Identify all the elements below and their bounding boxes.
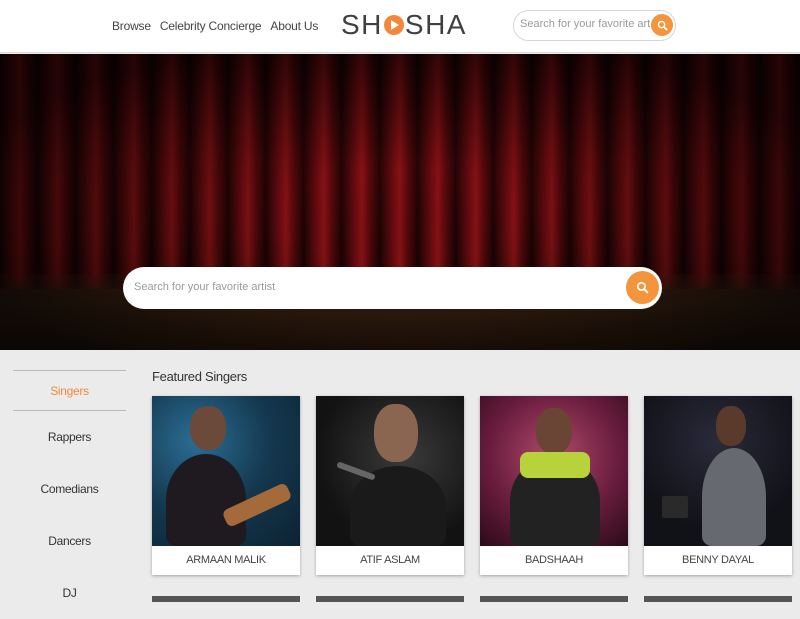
- artist-photo: [480, 396, 628, 546]
- artist-card[interactable]: ARMAAN MALIK: [152, 396, 300, 575]
- category-dancers[interactable]: Dancers: [13, 515, 126, 567]
- artist-card[interactable]: BENNY DAYAL: [644, 396, 792, 575]
- nav-celebrity-concierge[interactable]: Celebrity Concierge: [160, 19, 262, 33]
- hero-search-input[interactable]: [134, 281, 614, 293]
- artist-name: ARMAAN MALIK: [186, 554, 266, 566]
- artist-name: BADSHAAH: [524, 554, 584, 566]
- hero-search-button[interactable]: [626, 271, 659, 304]
- card-edge: [152, 596, 300, 602]
- top-header: Browse Celebrity Concierge About Us SH SH…: [0, 0, 800, 53]
- nav-browse[interactable]: Browse: [112, 19, 151, 33]
- artist-photo: [152, 396, 300, 546]
- main-nav: Browse Celebrity Concierge About Us: [112, 19, 318, 33]
- category-rappers[interactable]: Rappers: [13, 411, 126, 463]
- category-sidebar: Singers Rappers Comedians Dancers DJ: [13, 370, 126, 619]
- logo-text-left: SH: [341, 9, 383, 40]
- featured-cards: ARMAAN MALIK ATIF ASLAM BADSHAAH BENNY D…: [152, 396, 792, 575]
- featured-title: Featured Singers: [152, 369, 247, 384]
- next-row-cards: [152, 596, 792, 602]
- shosha-logo[interactable]: SH SHA: [341, 9, 467, 41]
- header-search-input[interactable]: [520, 18, 650, 30]
- artist-name: BENNY DAYAL: [682, 554, 754, 566]
- artist-card[interactable]: BADSHAAH: [480, 396, 628, 575]
- card-edge: [644, 596, 792, 602]
- nav-about-us[interactable]: About Us: [270, 19, 318, 33]
- category-dj[interactable]: DJ: [13, 567, 126, 619]
- card-edge: [480, 596, 628, 602]
- category-comedians[interactable]: Comedians: [13, 463, 126, 515]
- artist-photo: [644, 396, 792, 546]
- logo-text-right: SHA: [404, 9, 467, 40]
- artist-name: ATIF ASLAM: [360, 554, 420, 566]
- category-singers[interactable]: Singers: [13, 370, 126, 411]
- hero-search: [123, 267, 662, 309]
- search-icon: [657, 20, 667, 30]
- header-search-button[interactable]: [651, 14, 673, 36]
- artist-card[interactable]: ATIF ASLAM: [316, 396, 464, 575]
- header-search: [513, 10, 676, 41]
- hero-banner: [0, 54, 800, 350]
- artist-photo: [316, 396, 464, 546]
- card-edge: [316, 596, 464, 602]
- search-icon: [636, 281, 649, 294]
- play-icon: [383, 15, 404, 35]
